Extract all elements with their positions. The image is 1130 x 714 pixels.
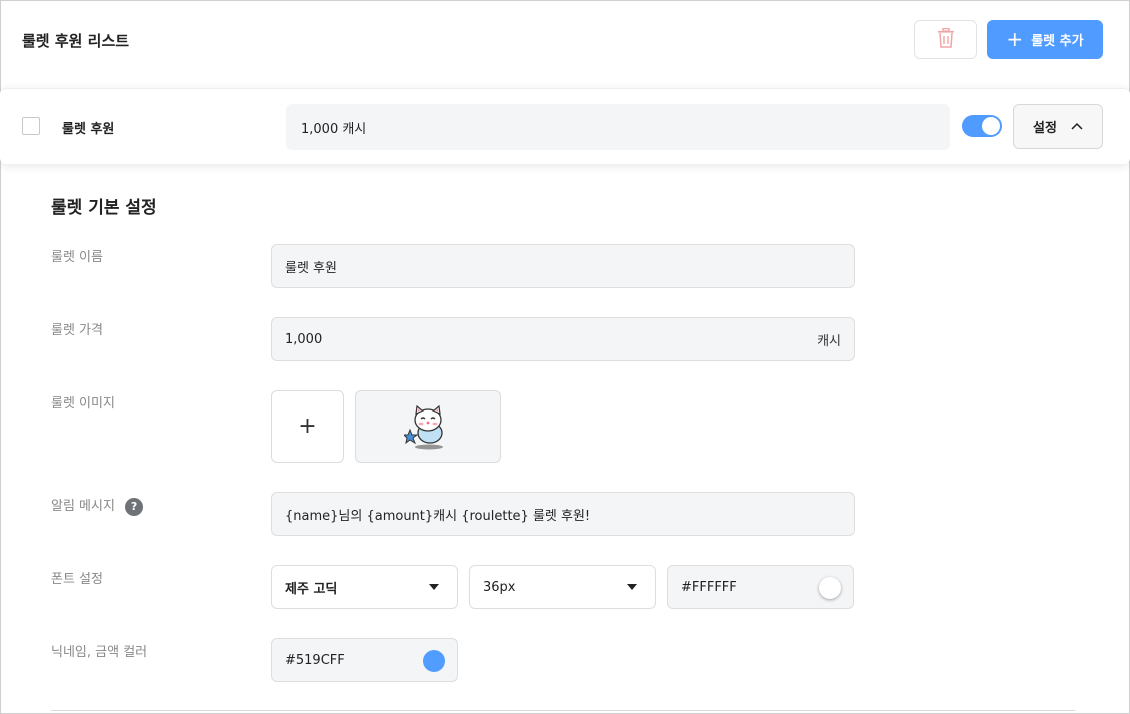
font-color-input[interactable]: #FFFFFF [667,565,854,609]
font-color-value: #FFFFFF [681,579,737,595]
nick-color-swatch[interactable] [423,650,445,672]
caret-down-icon [429,584,439,590]
delete-button[interactable] [914,20,977,59]
toggle-knob [982,117,1000,135]
nick-color-label: 닉네임, 금액 컬러 [51,645,148,660]
add-roulette-button[interactable]: + 룰렛 추가 [987,20,1103,59]
help-icon[interactable]: ? [125,497,144,516]
add-image-button[interactable]: + [271,390,344,463]
section-divider [51,710,1075,711]
name-input-value: 룰렛 후원 [285,260,337,276]
font-size-value: 36px [483,579,516,595]
add-roulette-label: 룰렛 추가 [1031,34,1084,49]
font-family-select[interactable]: 제주 고딕 [271,565,458,609]
section-title: 룰렛 기본 설정 [51,198,157,218]
plus-icon: + [1006,26,1024,51]
alert-message-input[interactable]: {name}님의 {amount}캐시 {roulette} 룰렛 후원! [271,492,855,536]
nick-color-value: #519CFF [285,652,345,668]
page-title: 룰렛 후원 리스트 [22,32,130,50]
image-label: 룰렛 이미지 [51,396,115,411]
settings-label: 설정 [1033,121,1057,136]
alert-message-value: {name}님의 {amount}캐시 {roulette} 룰렛 후원! [285,508,591,524]
trash-icon [937,27,955,52]
name-label: 룰렛 이름 [51,250,103,265]
roulette-image-thumbnail[interactable] [355,390,501,463]
name-input[interactable]: 룰렛 후원 [271,244,855,288]
price-unit: 캐시 [817,333,841,349]
font-label: 폰트 설정 [51,572,103,587]
row-price: 1,000 캐시 [286,104,950,150]
chevron-up-icon [1071,119,1083,134]
font-size-select[interactable]: 36px [469,565,656,609]
caret-down-icon [627,584,637,590]
row-name: 룰렛 후원 [62,122,115,137]
font-color-swatch[interactable] [819,577,841,599]
price-input-value: 1,000 [285,331,323,347]
nick-color-input[interactable]: #519CFF [271,638,458,682]
plus-icon: + [298,414,317,439]
alert-label: 알림 메시지 ? [51,495,144,516]
enable-toggle[interactable] [962,115,1002,137]
row-checkbox[interactable] [22,117,40,135]
roulette-row: 룰렛 후원 1,000 캐시 설정 [0,88,1130,164]
alert-label-text: 알림 메시지 [51,499,115,514]
settings-button[interactable]: 설정 [1013,104,1103,149]
price-label: 룰렛 가격 [51,323,103,338]
price-input[interactable]: 1,000 캐시 [271,317,855,361]
font-family-value: 제주 고딕 [285,581,338,597]
cat-mascot-image [404,404,443,449]
